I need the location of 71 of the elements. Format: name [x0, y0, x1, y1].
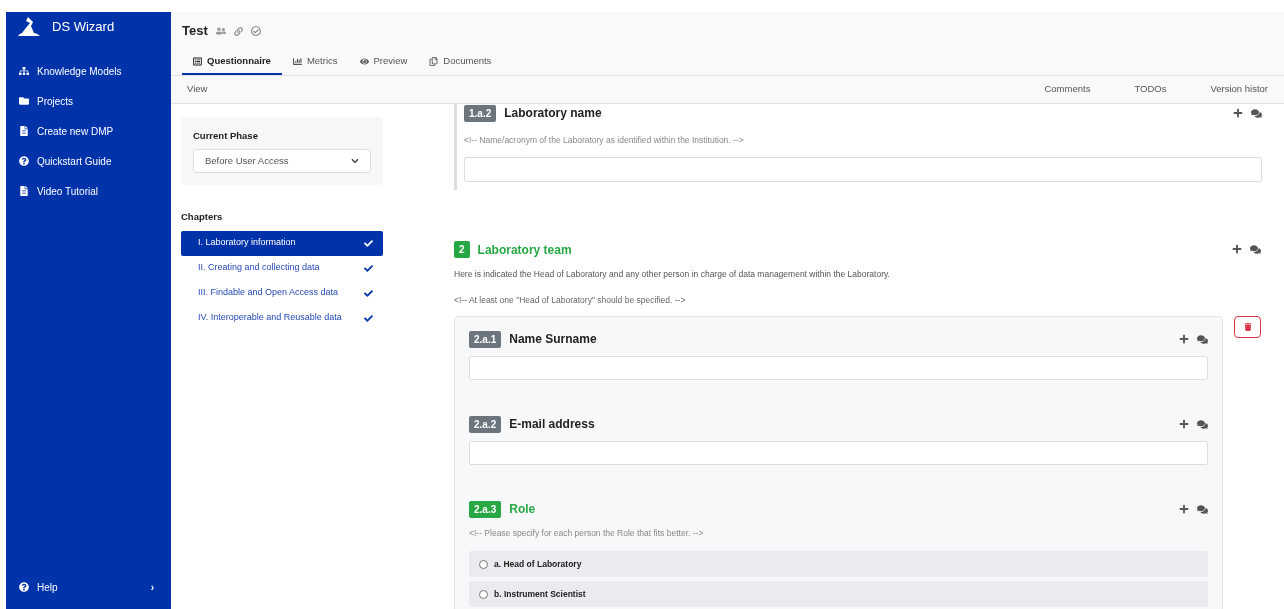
- toolbar-button[interactable]: View: [187, 82, 208, 97]
- chapter-item[interactable]: II. Creating and collecting data: [181, 255, 383, 281]
- chapters-heading: Chapters: [181, 210, 224, 225]
- add-icon[interactable]: [1232, 244, 1242, 255]
- question-number-badge: 2.a.2: [469, 415, 502, 433]
- sidebar-item[interactable]: Create new DMP: [6, 116, 171, 146]
- question-icon: [19, 156, 29, 166]
- sitemap-icon: [19, 66, 29, 76]
- tab[interactable]: Questionnaire: [182, 50, 282, 75]
- comments-icon[interactable]: [1197, 418, 1208, 430]
- project-title: Test: [182, 22, 208, 41]
- comments-icon[interactable]: [1197, 503, 1208, 515]
- question-number-badge: 2.a.3: [469, 500, 502, 518]
- toolbar-button[interactable]: Version histor: [1210, 82, 1268, 97]
- question-hint: <!-- Name/acronym of the Laboratory as identified within the Institution. -->: [464, 134, 745, 147]
- list-icon: [193, 57, 202, 66]
- wizard-hat-logo-icon: [18, 16, 40, 37]
- question-hint: <!-- Please specify for each person the Role that fits better. -->: [469, 527, 705, 540]
- bar-chart-icon: [292, 57, 302, 66]
- chevron-down-icon: [351, 157, 359, 166]
- tab[interactable]: Metrics: [281, 50, 349, 75]
- add-icon[interactable]: [1179, 418, 1189, 429]
- text-input-field[interactable]: [464, 156, 1262, 182]
- add-icon[interactable]: [1179, 503, 1189, 514]
- file-icon: [19, 186, 29, 196]
- radio-button[interactable]: [479, 589, 488, 599]
- group-hint: <!-- At least one "Head of Laboratory" should be specified. -->: [454, 293, 687, 307]
- radio-option[interactable]: a. Head of Laboratory: [469, 551, 1208, 577]
- copy-icon: [429, 57, 439, 66]
- phase-select[interactable]: Before User Access: [193, 149, 371, 174]
- tab[interactable]: Documents: [418, 50, 503, 75]
- folder-icon: [19, 96, 29, 106]
- sidebar-item[interactable]: Video Tutorial: [6, 176, 171, 206]
- sidebar-item[interactable]: Knowledge Models: [6, 56, 171, 86]
- question-number-badge: 2.a.1: [469, 330, 502, 348]
- add-icon[interactable]: [1179, 333, 1189, 344]
- users-icon[interactable]: [215, 26, 226, 36]
- sidebar-item[interactable]: Projects: [6, 86, 171, 116]
- trash-icon: [1243, 323, 1252, 332]
- chapter-item[interactable]: IV. Interoperable and Reusable data: [181, 305, 383, 331]
- toolbar-button[interactable]: TODOs: [1134, 82, 1167, 97]
- comments-icon[interactable]: [1251, 107, 1262, 119]
- question-number-badge: 1.a.2: [464, 104, 497, 122]
- question-title: Name Surname: [509, 331, 597, 349]
- help-icon: [19, 582, 29, 592]
- radio-option[interactable]: b. Instrument Scientist: [469, 581, 1208, 607]
- toolbar-button[interactable]: Comments: [1044, 82, 1091, 97]
- app-name: DS Wizard: [52, 17, 115, 36]
- phase-label: Current Phase: [193, 129, 259, 143]
- chapter-item[interactable]: I. Laboratory information: [181, 230, 383, 256]
- question-title: Role: [509, 501, 536, 519]
- radio-button[interactable]: [479, 559, 488, 569]
- sidebar-item[interactable]: Quickstart Guide: [6, 146, 171, 176]
- question-number-badge: 2: [454, 241, 470, 259]
- text-input-field[interactable]: [469, 356, 1208, 381]
- tab[interactable]: Preview: [348, 50, 419, 75]
- question-title: Laboratory name: [504, 105, 602, 122]
- chevron: ›: [150, 580, 154, 595]
- chapter-item[interactable]: III. Findable and Open Access data: [181, 280, 383, 306]
- comments-icon[interactable]: [1197, 333, 1208, 345]
- add-icon[interactable]: [1233, 107, 1243, 118]
- question-title: E-mail address: [509, 416, 595, 434]
- group-description: Here is indicated the Head of Laboratory and any other person in charge of data management within the Laboratory.: [454, 267, 891, 281]
- file-icon: [19, 126, 29, 136]
- delete-button[interactable]: [1234, 316, 1261, 339]
- question-title: Laboratory team: [477, 241, 572, 259]
- help-item[interactable]: Help ›: [6, 577, 171, 597]
- text-input-field[interactable]: [469, 441, 1208, 466]
- comments-icon[interactable]: [1250, 244, 1261, 256]
- link-icon[interactable]: [233, 26, 243, 36]
- eye-icon: [359, 57, 369, 66]
